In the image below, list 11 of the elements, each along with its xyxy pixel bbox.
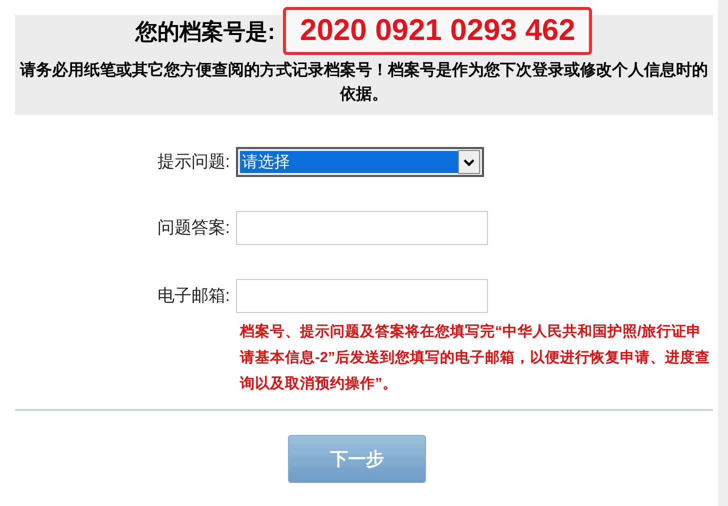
question-select[interactable]: 请选择	[236, 147, 484, 177]
archive-number: 2020 0921 0293 462	[283, 7, 592, 55]
field-label: 电子邮箱:	[156, 285, 231, 308]
archive-title: 您的档案号是:	[136, 18, 276, 46]
field-label: 问题答案:	[156, 217, 231, 240]
input-field[interactable]	[236, 279, 488, 313]
field-label: 提示问题:	[156, 151, 231, 174]
notice-text: 请务必用纸笔或其它您方便查阅的方式记录档案号！档案号是作为您下次登录或修改个人信息时的依据。	[18, 60, 709, 105]
input-field[interactable]	[236, 211, 488, 245]
chevron-down-icon	[458, 150, 480, 174]
note-text: 档案号、提示问题及答案将在您填写完“中华人民共和国护照/旅行证申请基本信息-2”后发送到您填写的电子邮箱，以便进行恢复申请、进度查询以及取消预约操作”。	[240, 322, 712, 394]
